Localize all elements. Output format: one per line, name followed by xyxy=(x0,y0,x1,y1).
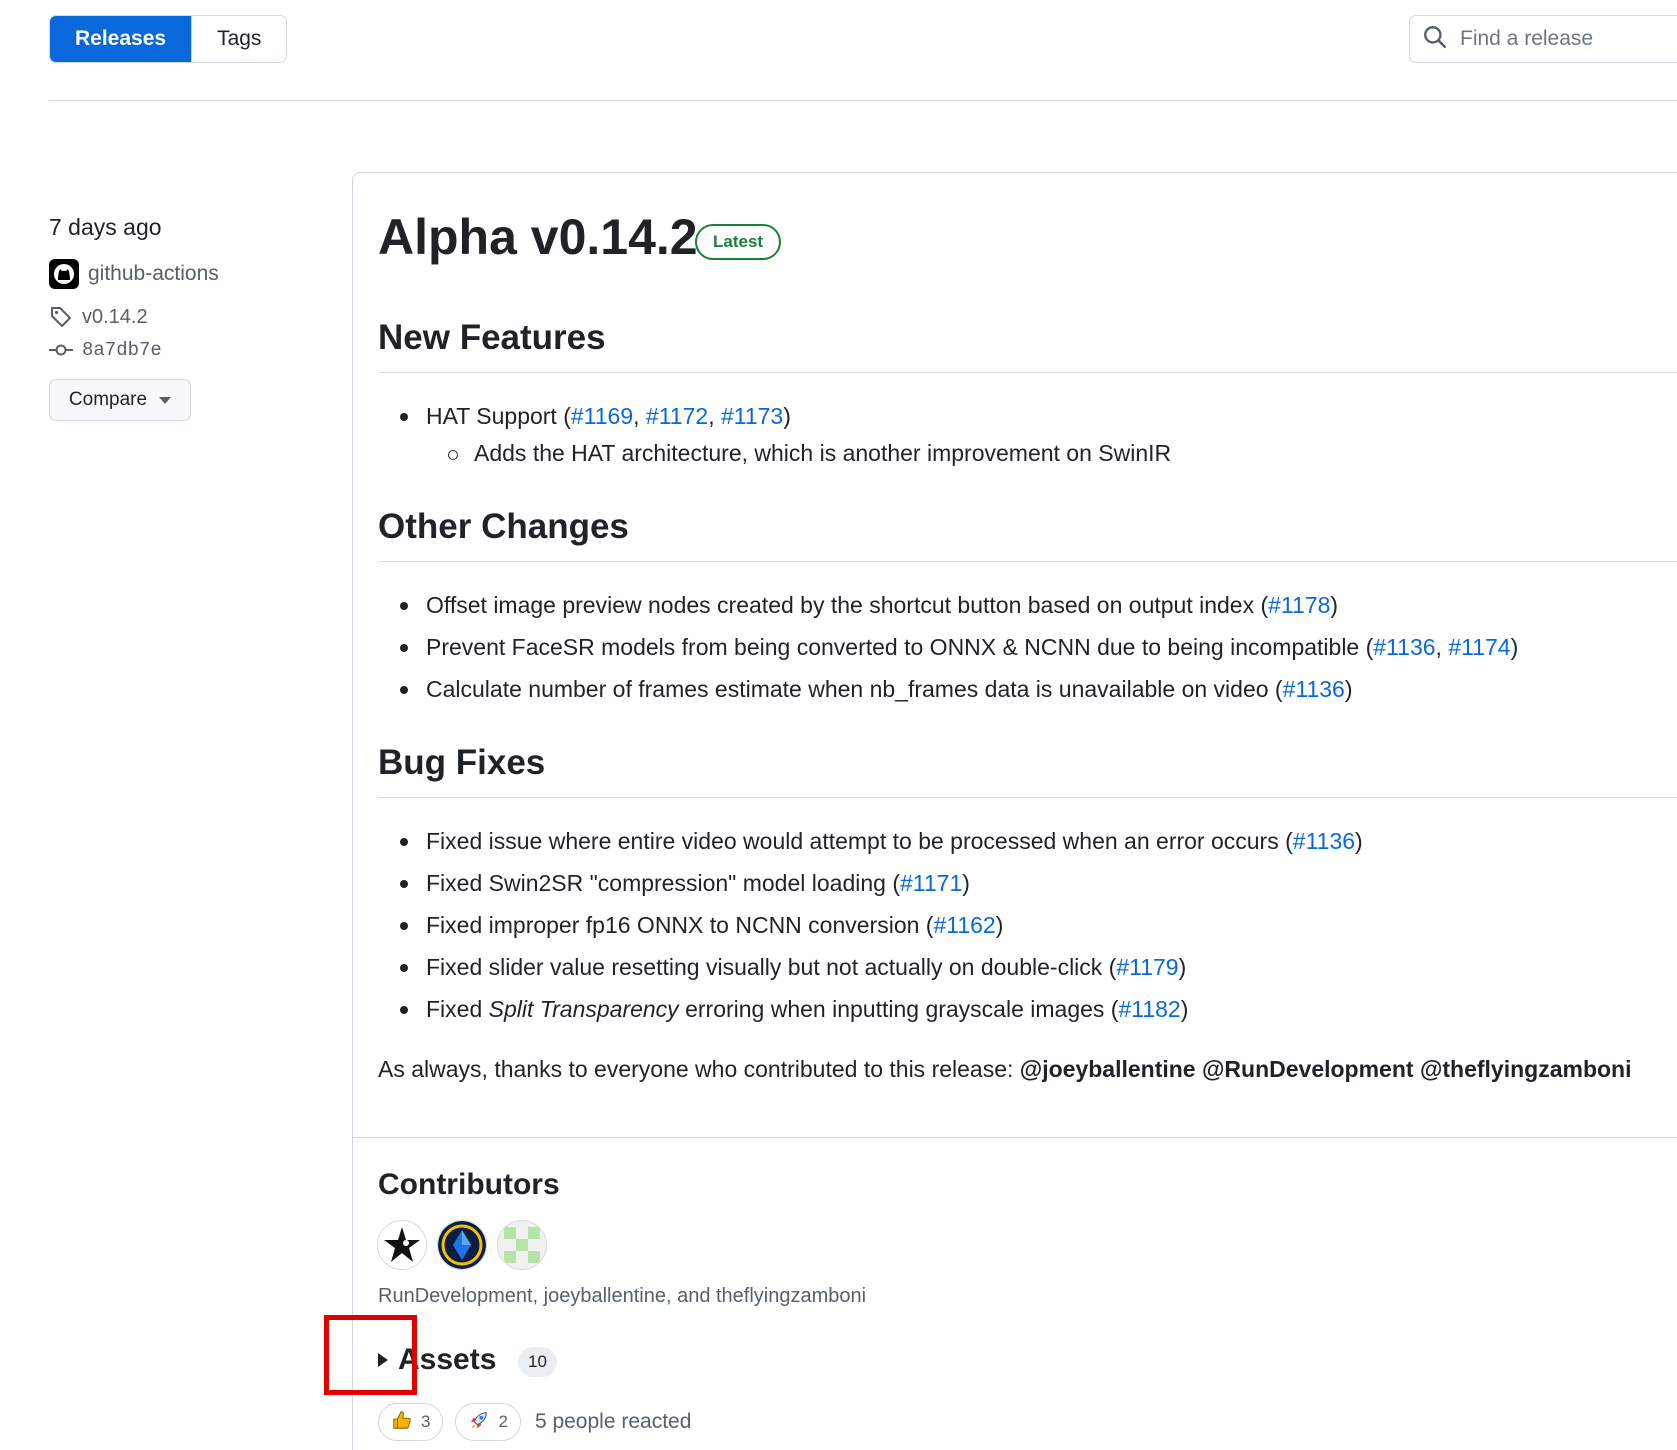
reactions-summary: 5 people reacted xyxy=(534,1410,692,1433)
chevron-down-icon xyxy=(159,396,172,404)
latest-badge: Latest xyxy=(695,224,782,260)
heading-new-features: New Features xyxy=(378,318,606,357)
thumbs-up-count: 3 xyxy=(421,1412,431,1431)
list-item: Fixed slider value resetting visually bu… xyxy=(400,946,1363,988)
heading-bug-fixes: Bug Fixes xyxy=(378,743,546,782)
release-date: 7 days ago xyxy=(49,214,162,240)
contributor-names: RunDevelopment, joeyballentine, and thef… xyxy=(378,1285,867,1307)
user-mention[interactable]: @theflyingzamboni xyxy=(1420,1056,1632,1082)
rocket-count: 2 xyxy=(498,1412,508,1431)
rocket-reaction[interactable]: 2 xyxy=(455,1403,521,1441)
bug-fixes-list: Fixed issue where entire video would att… xyxy=(400,820,1363,1030)
contributors-title: Contributors xyxy=(378,1168,560,1201)
list-item: HAT Support (#1169, #1172, #1173) xyxy=(400,395,791,437)
tag-icon xyxy=(49,305,73,329)
list-item: Fixed Split Transparency erroring when i… xyxy=(400,988,1363,1030)
card-divider xyxy=(353,1137,1677,1138)
release-tag[interactable]: v0.14.2 xyxy=(49,305,148,329)
release-author[interactable]: github-actions xyxy=(49,259,219,289)
tab-tags[interactable]: Tags xyxy=(191,16,287,62)
compare-label: Compare xyxy=(68,389,148,410)
new-features-list: HAT Support (#1169, #1172, #1173) xyxy=(400,395,791,437)
list-item: Adds the HAT architecture, which is anot… xyxy=(448,432,1171,474)
compare-button[interactable]: Compare xyxy=(49,379,191,421)
issue-link[interactable]: #1169 xyxy=(571,403,633,429)
release-commit[interactable]: 8a7db7e xyxy=(49,339,162,361)
search-icon xyxy=(1422,24,1448,55)
tag-name[interactable]: v0.14.2 xyxy=(82,306,148,329)
thanks-text: As always, thanks to everyone who contri… xyxy=(378,1056,1632,1082)
list-item: Offset image preview nodes created by th… xyxy=(400,584,1518,626)
avatar[interactable] xyxy=(437,1220,487,1270)
search-input[interactable] xyxy=(1460,27,1677,51)
issue-link[interactable]: #1182 xyxy=(1118,996,1180,1022)
list-item: Prevent FaceSR models from being convert… xyxy=(400,626,1518,668)
issue-link[interactable]: #1173 xyxy=(721,403,783,429)
list-item: Calculate number of frames estimate when… xyxy=(400,668,1518,710)
issue-link[interactable]: #1174 xyxy=(1448,634,1510,660)
avatar[interactable] xyxy=(377,1220,427,1270)
list-item: Fixed Swin2SR "compression" model loadin… xyxy=(400,862,1363,904)
release-title[interactable]: Alpha v0.14.2 xyxy=(378,208,698,266)
assets-count-badge: 10 xyxy=(518,1347,557,1377)
list-item: Fixed issue where entire video would att… xyxy=(400,820,1363,862)
commit-icon xyxy=(49,341,73,359)
author-name[interactable]: github-actions xyxy=(88,262,219,286)
highlight-box xyxy=(324,1315,417,1395)
release-card xyxy=(352,172,1677,1450)
commit-sha[interactable]: 8a7db7e xyxy=(82,339,162,361)
issue-link[interactable]: #1162 xyxy=(933,912,995,938)
reactions-bar: 3 2 5 people reacted xyxy=(378,1403,691,1441)
issue-link[interactable]: #1171 xyxy=(900,870,962,896)
github-avatar-icon xyxy=(49,259,79,289)
top-divider xyxy=(49,100,1677,101)
user-mention[interactable]: @RunDevelopment xyxy=(1202,1056,1414,1082)
issue-link[interactable]: #1179 xyxy=(1116,954,1178,980)
issue-link[interactable]: #1136 xyxy=(1283,676,1345,702)
issue-link[interactable]: #1136 xyxy=(1293,828,1355,854)
issue-link[interactable]: #1178 xyxy=(1268,592,1330,618)
list-item: Fixed improper fp16 ONNX to NCNN convers… xyxy=(400,904,1363,946)
issue-link[interactable]: #1136 xyxy=(1373,634,1435,660)
user-mention[interactable]: @joeyballentine xyxy=(1020,1056,1196,1082)
thumbs-up-icon xyxy=(391,1409,413,1436)
thumbs-up-reaction[interactable]: 3 xyxy=(378,1403,444,1441)
contributor-avatars xyxy=(377,1220,547,1270)
tab-releases[interactable]: Releases xyxy=(50,16,192,62)
heading-other-changes: Other Changes xyxy=(378,507,629,546)
issue-link[interactable]: #1172 xyxy=(646,403,708,429)
heading-rule xyxy=(378,372,1677,373)
heading-rule xyxy=(378,797,1677,798)
heading-rule xyxy=(378,561,1677,562)
other-changes-list: Offset image preview nodes created by th… xyxy=(400,584,1518,710)
avatar[interactable] xyxy=(497,1220,547,1270)
find-release-search[interactable] xyxy=(1409,15,1677,63)
release-tabs: Releases Tags xyxy=(49,15,288,63)
rocket-icon xyxy=(468,1409,490,1436)
new-features-sublist: Adds the HAT architecture, which is anot… xyxy=(448,432,1171,474)
